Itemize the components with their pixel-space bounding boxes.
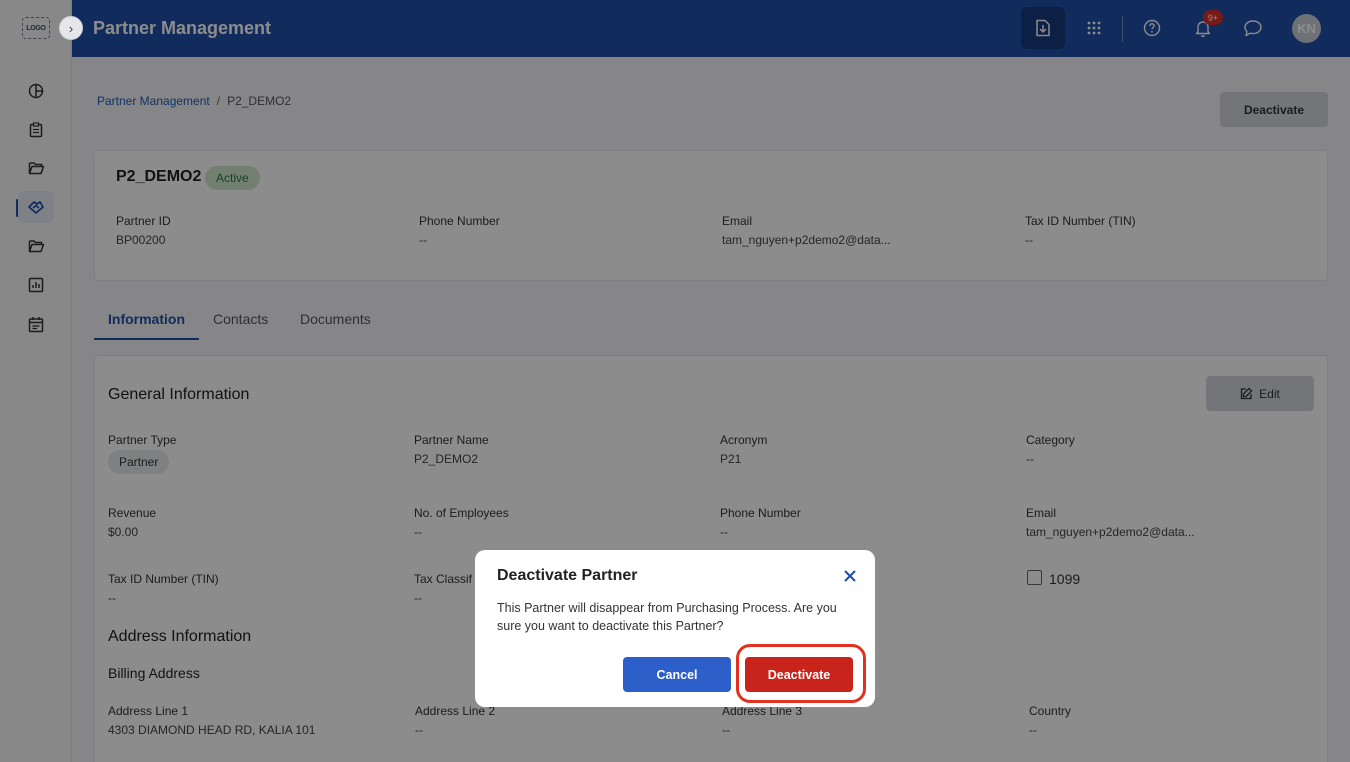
dialog-message: This Partner will disappear from Purchas… xyxy=(497,601,837,633)
dialog-title: Deactivate Partner xyxy=(497,567,638,584)
sidebar-toggle-button[interactable]: › xyxy=(59,16,83,40)
deactivate-partner-dialog: Deactivate Partner This Partner will dis… xyxy=(475,550,875,707)
dialog-close-button[interactable] xyxy=(839,565,861,587)
confirm-deactivate-button[interactable]: Deactivate xyxy=(745,657,853,692)
cancel-button[interactable]: Cancel xyxy=(623,657,731,692)
chevron-right-icon: › xyxy=(68,20,74,36)
close-icon xyxy=(844,570,856,582)
